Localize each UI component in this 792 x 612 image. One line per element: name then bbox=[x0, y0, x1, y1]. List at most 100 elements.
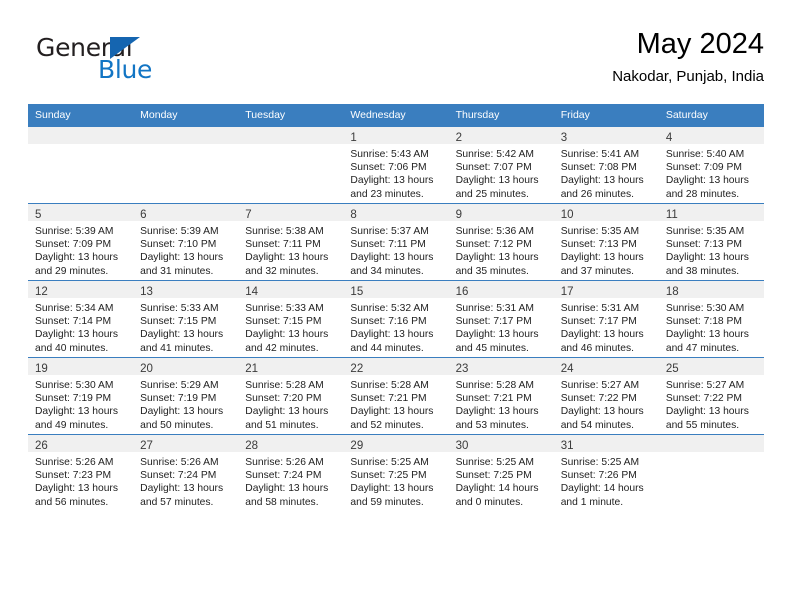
day-cell[interactable]: 26 Sunrise: 5:26 AM Sunset: 7:23 PM Dayligh… bbox=[28, 434, 134, 511]
day-detail-line: and 46 minutes. bbox=[560, 342, 634, 354]
day-cell[interactable]: 25 Sunrise: 5:27 AM Sunset: 7:22 PM Dayligh… bbox=[658, 357, 764, 435]
day-detail-line: and 51 minutes. bbox=[245, 419, 319, 431]
day-detail-line: Sunrise: 5:27 AM bbox=[665, 380, 745, 391]
weekday-header-row: Sunday Monday Tuesday Wednesday Thursday Frid… bbox=[28, 104, 764, 127]
day-detail-line: Sunset: 7:22 PM bbox=[665, 393, 742, 405]
day-cell-body: Sunrise: 5:25 AM Sunset: 7:25 PM Daylight:… bbox=[343, 452, 448, 509]
day-number: 10 bbox=[560, 209, 574, 221]
day-detail-line: Daylight: 13 hours bbox=[350, 252, 434, 264]
day-detail-line: Sunset: 7:11 PM bbox=[350, 239, 426, 251]
day-cell[interactable]: 10 Sunrise: 5:35 AM Sunset: 7:13 PM Dayligh… bbox=[553, 203, 659, 281]
day-detail-line: and 31 minutes. bbox=[140, 265, 214, 277]
day-cell[interactable]: 29 Sunrise: 5:25 AM Sunset: 7:25 PM Dayligh… bbox=[343, 434, 449, 511]
day-cell[interactable]: 15 Sunrise: 5:32 AM Sunset: 7:16 PM Dayligh… bbox=[343, 280, 449, 358]
day-detail-line: Sunrise: 5:39 AM bbox=[35, 226, 114, 237]
day-detail-line: Sunrise: 5:37 AM bbox=[350, 226, 429, 237]
day-cell-body: Sunrise: 5:28 AM Sunset: 7:21 PM Daylight:… bbox=[343, 375, 448, 432]
day-detail-line: Sunrise: 5:33 AM bbox=[245, 303, 324, 314]
day-detail-line: and 59 minutes. bbox=[350, 496, 424, 508]
day-detail-line: and 56 minutes. bbox=[35, 496, 109, 508]
day-number: 2 bbox=[455, 132, 462, 144]
week-row: 5 Sunrise: 5:39 AM Sunset: 7:09 PM Daylight… bbox=[28, 203, 764, 281]
day-cell[interactable]: 27 Sunrise: 5:26 AM Sunset: 7:24 PM Dayligh… bbox=[133, 434, 239, 511]
day-detail-line: Daylight: 14 hours bbox=[560, 483, 644, 495]
day-cell[interactable]: 8 Sunrise: 5:37 AM Sunset: 7:11 PM Daylight… bbox=[343, 203, 449, 281]
day-detail-line: Sunrise: 5:30 AM bbox=[35, 380, 114, 391]
day-cell[interactable]: 11 Sunrise: 5:35 AM Sunset: 7:13 PM Dayligh… bbox=[658, 203, 764, 281]
day-cell[interactable]: 18 Sunrise: 5:30 AM Sunset: 7:18 PM Dayligh… bbox=[658, 280, 764, 358]
day-number-band: 3 bbox=[553, 127, 659, 144]
day-detail-line: Sunset: 7:17 PM bbox=[455, 316, 532, 328]
day-cell[interactable]: 22 Sunrise: 5:28 AM Sunset: 7:21 PM Dayligh… bbox=[343, 357, 449, 435]
day-number: 22 bbox=[350, 363, 364, 375]
day-cell[interactable]: 14 Sunrise: 5:33 AM Sunset: 7:15 PM Dayligh… bbox=[238, 280, 344, 358]
day-cell[interactable]: 16 Sunrise: 5:31 AM Sunset: 7:17 PM Dayligh… bbox=[448, 280, 554, 358]
day-detail-line: and 34 minutes. bbox=[350, 265, 424, 277]
day-cell[interactable]: 2 Sunrise: 5:42 AM Sunset: 7:07 PM Daylight… bbox=[448, 126, 554, 204]
day-cell[interactable]: 30 Sunrise: 5:25 AM Sunset: 7:25 PM Dayligh… bbox=[448, 434, 554, 511]
day-detail-line: Sunrise: 5:35 AM bbox=[665, 226, 745, 237]
day-number-band: 21 bbox=[238, 358, 344, 375]
day-detail-line: Daylight: 13 hours bbox=[665, 406, 749, 418]
day-cell[interactable]: 31 Sunrise: 5:25 AM Sunset: 7:26 PM Dayligh… bbox=[553, 434, 659, 511]
day-number-band: 24 bbox=[553, 358, 659, 375]
day-detail-line: Daylight: 13 hours bbox=[350, 329, 434, 341]
day-number: 18 bbox=[665, 286, 679, 298]
day-number: 5 bbox=[35, 209, 42, 221]
day-number: 16 bbox=[455, 286, 469, 298]
day-cell[interactable]: 3 Sunrise: 5:41 AM Sunset: 7:08 PM Daylight… bbox=[553, 126, 659, 204]
day-cell-body: Sunrise: 5:26 AM Sunset: 7:24 PM Daylight:… bbox=[133, 452, 238, 509]
day-number: 23 bbox=[455, 363, 469, 375]
day-cell-body bbox=[133, 144, 238, 148]
day-cell[interactable]: 5 Sunrise: 5:39 AM Sunset: 7:09 PM Daylight… bbox=[28, 203, 134, 281]
day-cell-body: Sunrise: 5:29 AM Sunset: 7:19 PM Daylight:… bbox=[133, 375, 238, 432]
day-cell-body: Sunrise: 5:27 AM Sunset: 7:22 PM Daylight:… bbox=[659, 375, 764, 432]
day-cell[interactable]: 13 Sunrise: 5:33 AM Sunset: 7:15 PM Dayligh… bbox=[133, 280, 239, 358]
day-cell-body: Sunrise: 5:31 AM Sunset: 7:17 PM Daylight:… bbox=[449, 298, 554, 355]
day-cell[interactable]: 20 Sunrise: 5:29 AM Sunset: 7:19 PM Dayligh… bbox=[133, 357, 239, 435]
day-detail-line: Sunrise: 5:31 AM bbox=[455, 303, 534, 314]
general-blue-logo[interactable]: General Blue bbox=[36, 34, 216, 86]
day-detail-line: Daylight: 13 hours bbox=[35, 252, 118, 264]
day-detail-line: Sunrise: 5:43 AM bbox=[350, 149, 429, 160]
day-cell[interactable]: 4 Sunrise: 5:40 AM Sunset: 7:09 PM Daylight… bbox=[658, 126, 764, 204]
day-cell[interactable]: 9 Sunrise: 5:36 AM Sunset: 7:12 PM Daylight… bbox=[448, 203, 554, 281]
day-detail-line: and 1 minute. bbox=[560, 496, 624, 508]
day-number: 8 bbox=[350, 209, 357, 221]
day-detail-line: and 53 minutes. bbox=[455, 419, 529, 431]
calendar-page: General Blue May 2024 Nakodar, Punjab, I… bbox=[0, 0, 792, 612]
weekday-header-saturday: Saturday bbox=[658, 104, 764, 127]
day-cell[interactable]: 17 Sunrise: 5:31 AM Sunset: 7:17 PM Dayligh… bbox=[553, 280, 659, 358]
day-detail-line: Sunrise: 5:41 AM bbox=[560, 149, 640, 160]
day-detail-line: Daylight: 13 hours bbox=[665, 329, 749, 341]
day-detail-line: and 26 minutes. bbox=[560, 188, 634, 200]
calendar-body: 1 Sunrise: 5:43 AM Sunset: 7:06 PM Daylight… bbox=[28, 126, 764, 511]
day-cell[interactable]: 21 Sunrise: 5:28 AM Sunset: 7:20 PM Dayligh… bbox=[238, 357, 344, 435]
weekday-header-sunday: Sunday bbox=[28, 104, 134, 127]
day-cell[interactable]: 7 Sunrise: 5:38 AM Sunset: 7:11 PM Daylight… bbox=[238, 203, 344, 281]
day-cell-body: Sunrise: 5:28 AM Sunset: 7:21 PM Daylight:… bbox=[449, 375, 554, 432]
day-number-band: 7 bbox=[238, 204, 344, 221]
day-detail-line: Daylight: 13 hours bbox=[665, 175, 749, 187]
day-cell[interactable]: 1 Sunrise: 5:43 AM Sunset: 7:06 PM Daylight… bbox=[343, 126, 449, 204]
day-cell[interactable]: 24 Sunrise: 5:27 AM Sunset: 7:22 PM Dayligh… bbox=[553, 357, 659, 435]
day-detail-line: and 40 minutes. bbox=[35, 342, 109, 354]
day-cell[interactable]: 23 Sunrise: 5:28 AM Sunset: 7:21 PM Dayligh… bbox=[448, 357, 554, 435]
day-detail-line: Sunrise: 5:36 AM bbox=[455, 226, 534, 237]
day-detail-line: Sunrise: 5:25 AM bbox=[560, 457, 640, 468]
day-detail-line: and 28 minutes. bbox=[665, 188, 740, 200]
day-cell[interactable]: 6 Sunrise: 5:39 AM Sunset: 7:10 PM Daylight… bbox=[133, 203, 239, 281]
day-cell[interactable]: 12 Sunrise: 5:34 AM Sunset: 7:14 PM Dayligh… bbox=[28, 280, 134, 358]
day-cell-body: Sunrise: 5:42 AM Sunset: 7:07 PM Daylight:… bbox=[449, 144, 554, 201]
day-detail-line: Daylight: 13 hours bbox=[35, 329, 118, 341]
day-detail-line: and 45 minutes. bbox=[455, 342, 529, 354]
day-detail-line: and 32 minutes. bbox=[245, 265, 319, 277]
day-detail-line: Sunset: 7:23 PM bbox=[35, 470, 112, 482]
day-detail-line: and 50 minutes. bbox=[140, 419, 214, 431]
day-cell-body: Sunrise: 5:36 AM Sunset: 7:12 PM Daylight:… bbox=[449, 221, 554, 278]
day-number-band: 22 bbox=[343, 358, 449, 375]
day-cell[interactable]: 28 Sunrise: 5:26 AM Sunset: 7:24 PM Dayligh… bbox=[238, 434, 344, 511]
day-cell[interactable]: 19 Sunrise: 5:30 AM Sunset: 7:19 PM Dayligh… bbox=[28, 357, 134, 435]
day-detail-line: Sunrise: 5:26 AM bbox=[245, 457, 324, 468]
day-number-band: 6 bbox=[133, 204, 239, 221]
